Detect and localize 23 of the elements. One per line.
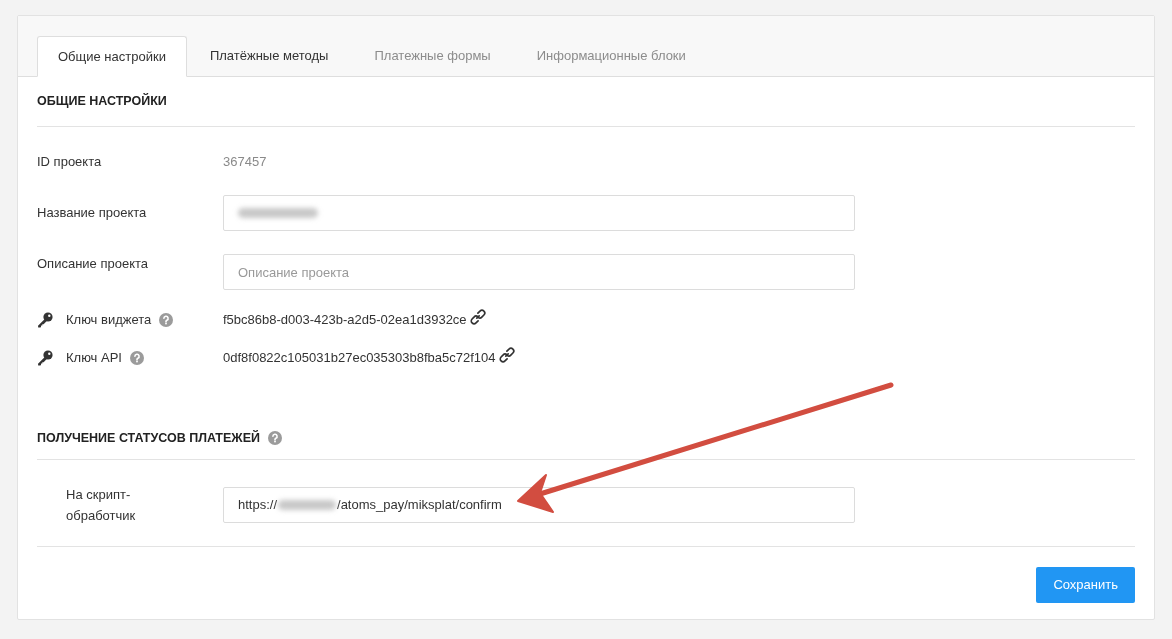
api-key: f5bc86b8-d003-423b-a2d5-02ea1d3932ce xyxy=(223,310,467,330)
field-label: Ключ виджета xyxy=(66,311,152,329)
help-icon[interactable] xyxy=(267,431,282,445)
api-key: 0df8f0822c105031b27ec035303b8fba5c72f104 xyxy=(223,348,496,368)
project-id: 367457 xyxy=(223,153,267,171)
help-icon[interactable] xyxy=(159,313,174,327)
section-title: ОБЩИЕ НАСТРОЙКИ xyxy=(37,92,167,110)
tab[interactable]: Общие настройки xyxy=(37,36,187,77)
section-title: ПОЛУЧЕНИЕ СТАТУСОВ ПЛАТЕЖЕЙ xyxy=(37,429,260,447)
url-input[interactable]: https:// /atoms_pay/miksplat/confirm xyxy=(223,487,855,523)
field-label: ID проекта xyxy=(37,153,103,171)
help-icon[interactable] xyxy=(129,351,144,365)
key-icon xyxy=(37,350,53,366)
text-input[interactable] xyxy=(223,195,855,231)
link-icon[interactable] xyxy=(469,309,486,325)
text-input[interactable]: Описание проекта xyxy=(223,254,855,290)
field-label: Описание проекта xyxy=(37,255,150,273)
key-icon xyxy=(37,312,53,328)
field-label: Ключ API xyxy=(66,349,122,367)
field-label: Название проекта xyxy=(37,204,148,222)
link-icon[interactable] xyxy=(498,347,515,363)
field-label: На скрипт-обработчик xyxy=(66,486,137,525)
tab[interactable]: Платёжные методы xyxy=(186,35,352,76)
